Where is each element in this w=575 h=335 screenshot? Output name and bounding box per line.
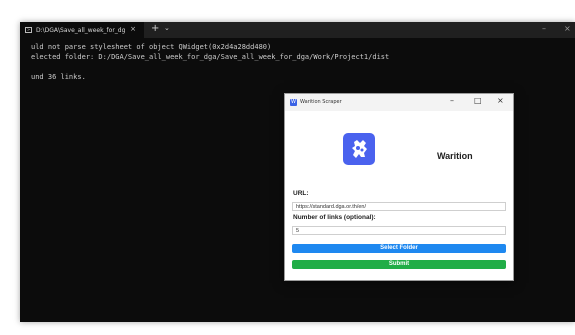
url-label: URL: <box>293 190 309 197</box>
terminal-minimize-button[interactable]: – <box>542 24 546 33</box>
terminal-line: elected folder: D:/DGA/Save_all_week_for… <box>31 53 390 61</box>
terminal-line: uld not parse stylesheet of object QWidg… <box>31 43 272 51</box>
app-title: Warition Scraper <box>300 99 342 105</box>
scraper-app-window: W Warition Scraper – □ × Warition URL: h… <box>284 93 514 281</box>
links-input[interactable]: 5 <box>292 226 506 235</box>
app-icon: W <box>290 99 297 106</box>
terminal-icon: > <box>25 27 32 33</box>
terminal-tab[interactable]: > D:\DGA\Save_all_week_for_dg × <box>20 22 144 38</box>
url-input[interactable]: https://standard.dga.or.th/en/ <box>292 202 506 211</box>
close-button[interactable]: × <box>497 96 504 105</box>
logo-icon <box>352 140 367 158</box>
minimize-button[interactable]: – <box>450 96 454 105</box>
terminal-tab-title: D:\DGA\Save_all_week_for_dg <box>36 26 126 34</box>
app-titlebar: W Warition Scraper – □ × <box>285 94 513 111</box>
tab-close-icon[interactable]: × <box>130 25 136 33</box>
links-label: Number of links (optional): <box>293 214 376 221</box>
terminal-tabbar: > D:\DGA\Save_all_week_for_dg × + ⌄ – × <box>20 22 575 38</box>
app-logo <box>343 133 375 165</box>
app-content: Warition URL: https://standard.dga.or.th… <box>285 111 513 280</box>
brand-name: Warition <box>437 151 473 161</box>
terminal-close-button[interactable]: × <box>564 24 571 33</box>
submit-button[interactable]: Submit <box>292 260 506 269</box>
new-tab-button[interactable]: + <box>151 23 159 34</box>
select-folder-button[interactable]: Select Folder <box>292 244 506 253</box>
maximize-button[interactable]: □ <box>474 96 482 105</box>
tab-dropdown-icon[interactable]: ⌄ <box>164 24 170 32</box>
terminal-line: und 36 links. <box>31 73 86 81</box>
